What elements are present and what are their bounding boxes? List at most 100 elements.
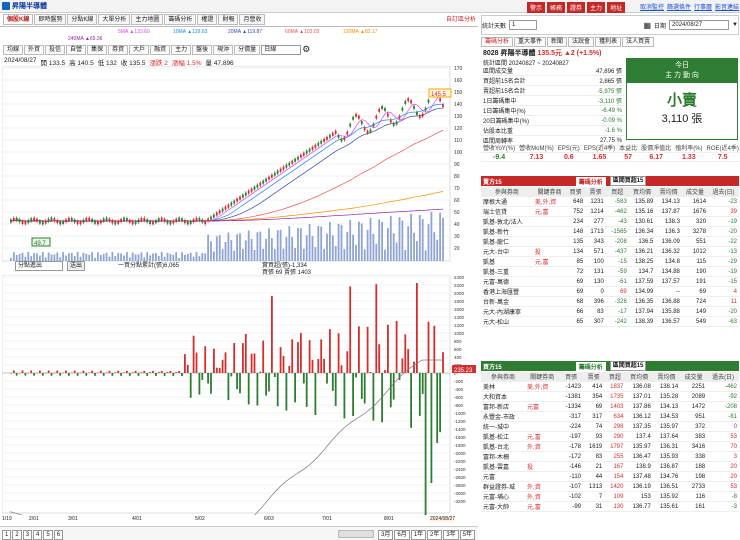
range-6m[interactable]: 6月 (394, 530, 410, 540)
page-2[interactable]: 2 (12, 530, 22, 540)
broker-name[interactable]: 凱基-敦北/法人 (481, 216, 533, 227)
broker-row[interactable]: 凱基-松江 元,富 -197 93 290 137.4 137.64 383 53 (481, 431, 739, 442)
date-input[interactable]: 2024/08/27 (669, 20, 730, 30)
broker-name[interactable]: 台新-萬金 (481, 296, 533, 307)
broker-name[interactable]: 凱基-新竹 (481, 226, 533, 237)
broker-name[interactable]: 瑞士信貸 (481, 206, 533, 217)
broker-row[interactable]: 台新-萬金 68 396 -328 136.35 136.88 724 11 (481, 296, 739, 307)
tool-mainforce[interactable]: 主力 (171, 45, 192, 55)
page-1[interactable]: 1 (2, 530, 12, 540)
broker-name[interactable]: 永豐金-市政 (481, 411, 526, 422)
range-2y[interactable]: 2年 (427, 530, 443, 540)
broker-name[interactable]: 群益證券-城 (481, 481, 526, 492)
broker-row[interactable]: 元大-松山 65 307 -242 138.39 136.57 549 -63 (481, 316, 739, 327)
broker-name[interactable]: 元富-埔心 (481, 491, 526, 502)
tab-kline[interactable]: 個股K線 (3, 14, 34, 25)
broker-row[interactable]: 富邦-木柵 -172 83 255 136.47 135.93 338 3 (481, 451, 739, 462)
broker-row[interactable]: 永豐金-市政 -317 317 634 136.12 134.53 951 -81 (481, 411, 739, 422)
tool-margin[interactable]: 券資 (108, 45, 129, 55)
broker-name[interactable]: 凱基-龍仁 (481, 236, 533, 247)
alert-button[interactable]: 警示 (527, 2, 546, 13)
settings-gear-icon[interactable]: ⚙ (302, 45, 310, 56)
link-video[interactable]: 影音連結 (715, 2, 739, 11)
period-select[interactable]: 日線 (261, 45, 302, 55)
broker-row[interactable]: 凱基 元,富 85 100 -15 138.25 134.8 115 -29 (481, 256, 739, 267)
broker-row[interactable]: 凱基-龍仁 135 343 -208 136.5 136.09 551 -22 (481, 236, 739, 247)
broker-row[interactable]: 凱基-三重 72 131 -59 134.7 134.88 190 -19 (481, 266, 739, 277)
tool-afterhours[interactable]: 盤後 (192, 45, 213, 55)
tab-monthly[interactable]: 月營收 (239, 14, 266, 25)
broker-row[interactable]: 摩根大通 美,外,資 648 1231 -583 135.89 134.13 1614 -23 (481, 196, 739, 207)
broker-name[interactable]: 凱基 (481, 256, 533, 267)
subtab-institutional[interactable]: 法人買賣 (622, 37, 655, 47)
broker-name[interactable]: 大和資本 (481, 391, 526, 402)
tool-foreign[interactable]: 外資 (24, 45, 45, 55)
link-cancel[interactable]: 取消監控 (640, 2, 664, 11)
range-3y[interactable]: 3年 (443, 530, 459, 540)
broker-row[interactable]: 美林 美,外,資 -1423 414 1837 136.08 138.14 2251 -462 (481, 381, 739, 392)
page-4[interactable]: 4 (33, 530, 43, 540)
broker-name[interactable]: 統一-城中 (481, 421, 526, 432)
broker-row[interactable]: 富邦-新店 元富 -1334 69 1403 137.86 134.13 1472 -208 (481, 401, 739, 412)
broker-name[interactable]: 富邦-木柵 (481, 451, 526, 462)
tool-dealer[interactable]: 自營 (66, 45, 87, 55)
days-select[interactable]: 1 (509, 20, 538, 30)
tab-financial[interactable]: 財報 (218, 14, 239, 25)
subtab-events[interactable]: 重大事件 (514, 37, 547, 47)
broker-row[interactable]: 大和資本 -1381 354 1735 137.01 135.28 2089 -92 (481, 391, 739, 402)
tab-realtime[interactable]: 即時盤勢 (34, 14, 67, 25)
subtab-news[interactable]: 新聞 (547, 37, 568, 47)
broker-name[interactable]: 香港上海匯豐 (481, 286, 533, 297)
broker-name[interactable]: 摩根大通 (481, 196, 533, 207)
tab-big-order[interactable]: 大單分析 (98, 14, 131, 25)
broker-name[interactable]: 元富-萬德 (481, 276, 533, 287)
broker-row[interactable]: 元大-台中投 134 571 -437 136.21 136.32 1012 -13 (481, 246, 739, 257)
tool-financing[interactable]: 融資 (150, 45, 171, 55)
sell-chip-button[interactable]: 籌碼分析 (575, 176, 606, 186)
broker-name[interactable]: 凱基-松江 (481, 431, 526, 442)
buy-chip-button[interactable]: 籌碼分析 (575, 361, 606, 371)
broker-name[interactable]: 美林 (481, 381, 526, 392)
broker-row[interactable]: 元富 -110 44 154 137.48 134.76 198 20 (481, 471, 739, 482)
tab-warrant[interactable]: 權證 (197, 14, 218, 25)
link-filter[interactable]: 篩選條件 (667, 2, 691, 11)
broker-name[interactable]: 元大-台中 (481, 246, 533, 257)
page-5[interactable]: 5 (43, 530, 53, 540)
tool-daytrade[interactable]: 現沖 (213, 45, 234, 55)
link-calendar[interactable]: 行事曆 (694, 2, 712, 11)
broker-row[interactable]: 凱基-新竹 148 1713 -1565 136.34 136.3 3278 -20 (481, 226, 739, 237)
broker-row[interactable]: 元富-大帥 元,富 -99 31 130 136.77 135.61 161 -3 (481, 501, 739, 512)
broker-name[interactable]: 凱基-雲嘉 (481, 461, 526, 472)
address-button[interactable]: 地址 (607, 2, 626, 13)
scrollbar[interactable] (338, 530, 374, 538)
broker-row[interactable]: 瑞士信貸 元,富 752 1214 -462 135.16 137.87 1676 39 (481, 206, 739, 217)
broker-row[interactable]: 香港上海匯豐 69 0 69 134.99 -- 69 4 (481, 286, 739, 297)
broker-row[interactable]: 凱基-雲嘉投 -146 21 167 138.9 136.87 188 20 (481, 461, 739, 472)
broker-name[interactable]: 元富-大帥 (481, 501, 526, 512)
date-dropdown-icon[interactable]: ▼ (732, 22, 738, 28)
subtab-chip[interactable]: 籌碼分析 (481, 37, 514, 47)
broker-row[interactable]: 元富-埔心 外,資 -102 7 109 153 135.92 116 -8 (481, 491, 739, 502)
broker-row[interactable]: 元富-萬德 69 130 -61 137.59 137.57 191 -15 (481, 276, 739, 287)
subtab-conference[interactable]: 法說會 (568, 37, 595, 47)
tool-ma[interactable]: 均線 (3, 45, 24, 55)
range-1y[interactable]: 1年 (410, 530, 427, 540)
tool-price-volume[interactable]: 分價量 (234, 45, 261, 55)
broker-name[interactable]: 凱基-三重 (481, 266, 533, 277)
subtab-profit[interactable]: 獲利表 (595, 37, 622, 47)
range-3m[interactable]: 3月 (378, 530, 394, 540)
sell-select[interactable]: 區間買超15 (609, 176, 647, 186)
broker-row[interactable]: 凱基-台北 外,資 -178 1619 1797 135.97 136.31 3416 70 (481, 441, 739, 452)
page-3[interactable]: 3 (22, 530, 33, 540)
broker-name[interactable]: 元大-松山 (481, 316, 533, 327)
broker-name[interactable]: 富邦-新店 (481, 401, 526, 412)
tool-trust[interactable]: 投信 (45, 45, 66, 55)
main-force-button[interactable]: 主力 (587, 2, 606, 13)
broker-row[interactable]: 元大-內湖康寧 66 83 -17 137.94 135.88 149 -20 (481, 306, 739, 317)
account-button[interactable]: 帳務 (547, 2, 566, 13)
broker-name[interactable]: 元大-內湖康寧 (481, 306, 533, 317)
tool-big-holder[interactable]: 大戶 (129, 45, 150, 55)
page-6[interactable]: 6 (53, 530, 64, 540)
buy-select[interactable]: 區間買超15 (609, 361, 647, 371)
custom-analysis-link[interactable]: 自訂區分析 (446, 14, 476, 26)
